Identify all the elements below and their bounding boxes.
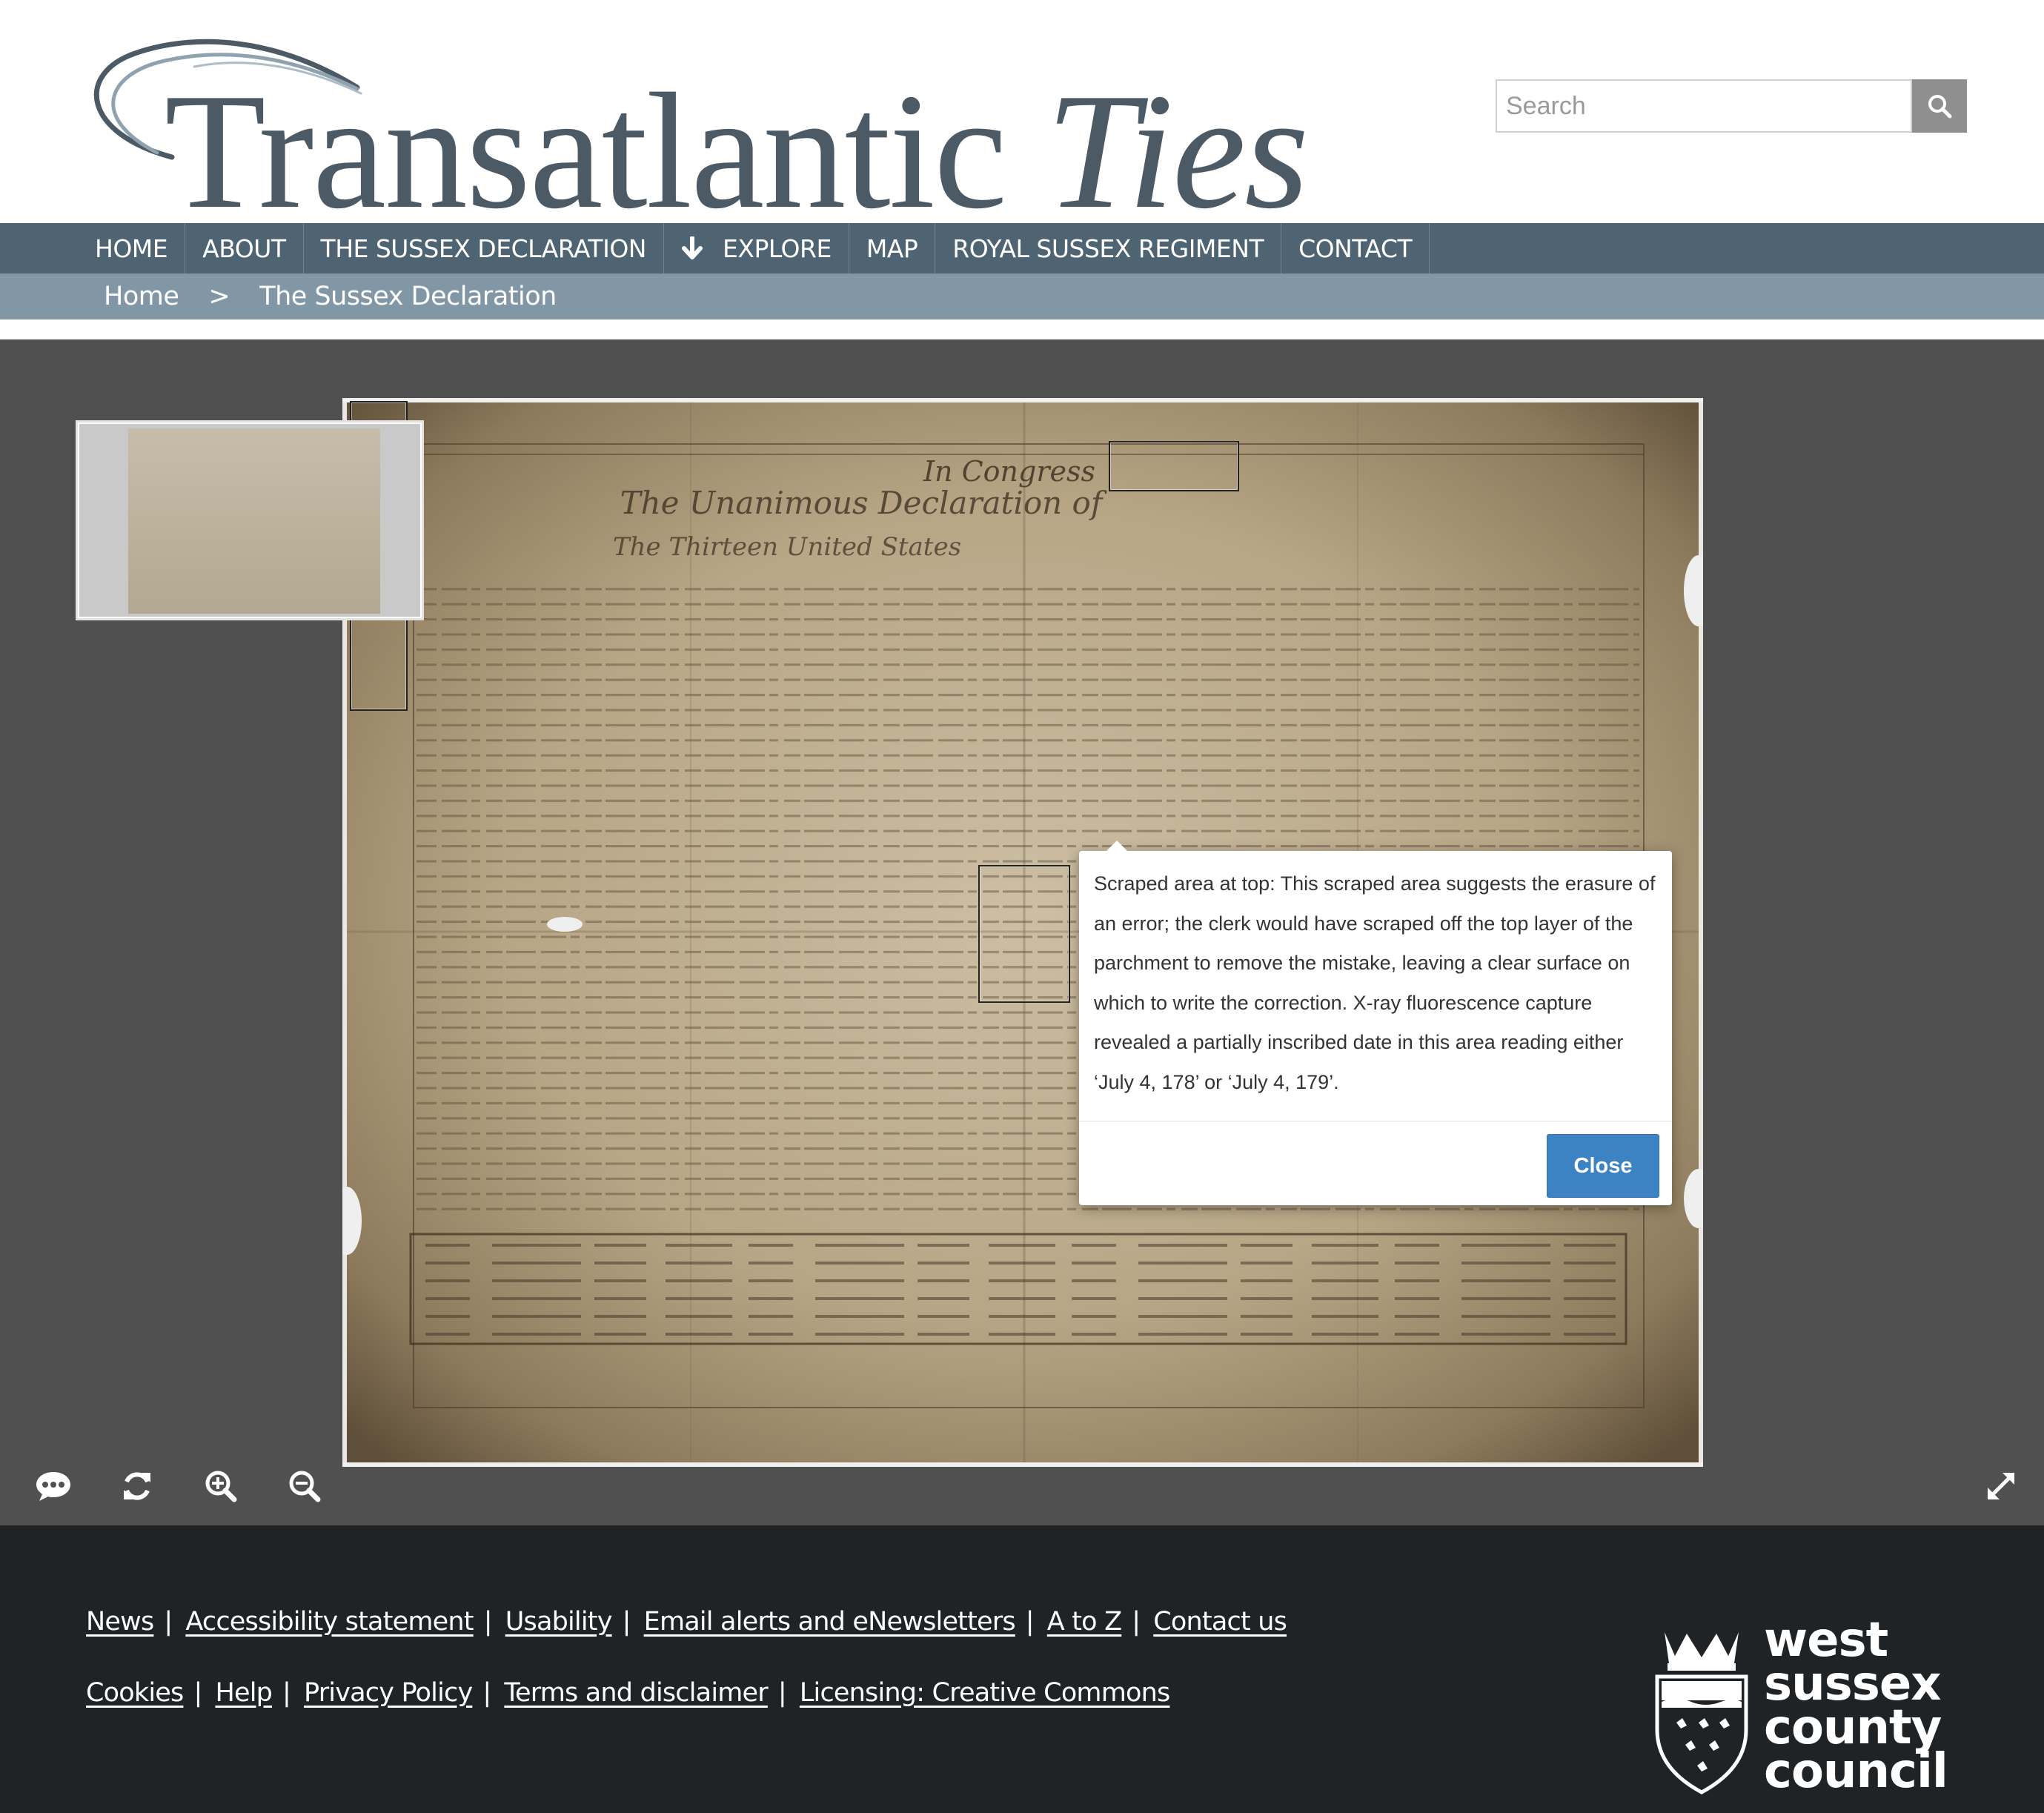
breadcrumb-home-link[interactable]: Home: [104, 282, 179, 311]
nav-item-label: CONTACT: [1298, 233, 1413, 263]
hotspot-scraped-area[interactable]: [1109, 441, 1239, 491]
footer-link-a-to-z[interactable]: A to Z: [1047, 1607, 1122, 1637]
navigator-viewport[interactable]: [78, 422, 422, 618]
hotspot-crease[interactable]: [978, 865, 1070, 1003]
nav-item-label: EXPLORE: [722, 233, 832, 263]
site-header: Transatlantic Ties: [0, 0, 2044, 234]
footer-link-email-alerts[interactable]: Email alerts and eNewsletters: [644, 1607, 1016, 1637]
arrow-down-icon: [681, 236, 703, 260]
nav-item-explore[interactable]: EXPLORE: [664, 223, 849, 274]
search-icon: [1928, 95, 1952, 119]
site-title-ties: Ties: [1046, 59, 1309, 243]
council-name-line: council: [1764, 1744, 1948, 1799]
popup-arrow: [1106, 841, 1128, 852]
breadcrumb-separator: >: [208, 282, 230, 311]
breadcrumb: Home > The Sussex Declaration: [0, 274, 2044, 319]
image-viewer[interactable]: In Congress The Unanimous Declaration of…: [0, 339, 2044, 1525]
document-subtitle: The Thirteen United States: [613, 532, 961, 562]
search-button[interactable]: [1912, 79, 1967, 133]
annotation-popup: Scraped area at top: This scraped area s…: [1079, 841, 1672, 1205]
footer-link-contact-us[interactable]: Contact us: [1153, 1607, 1287, 1637]
rotate-button[interactable]: [115, 1464, 159, 1508]
viewer-toolbar: [0, 1464, 2044, 1516]
nav-item-label: ROYAL SUSSEX REGIMENT: [952, 233, 1264, 263]
footer-link-cookies[interactable]: Cookies: [86, 1678, 184, 1708]
site-footer: News | Accessibility statement | Usability…: [0, 1525, 2044, 1813]
footer-link-usability[interactable]: Usability: [505, 1607, 613, 1637]
footer-links-primary: News | Accessibility statement | Usability…: [86, 1607, 1287, 1637]
document-title: The Unanimous Declaration of: [620, 485, 1107, 521]
comments-icon: [36, 1472, 70, 1501]
nav-item-label: ABOUT: [202, 233, 286, 263]
nav-item-royal-sussex-regiment[interactable]: ROYAL SUSSEX REGIMENT: [935, 223, 1282, 274]
breadcrumb-current: The Sussex Declaration: [259, 282, 557, 311]
nav-item-label: THE SUSSEX DECLARATION: [320, 233, 647, 263]
zoom-in-icon: [205, 1471, 237, 1502]
zoom-out-icon: [289, 1471, 321, 1502]
zoom-in-button[interactable]: [199, 1464, 243, 1508]
popup-text: Scraped area at top: This scraped area s…: [1094, 872, 1656, 1093]
fullscreen-button[interactable]: [1979, 1464, 2023, 1508]
footer-link-privacy[interactable]: Privacy Policy: [304, 1678, 473, 1708]
nav-item-map[interactable]: MAP: [849, 223, 936, 274]
council-name: west sussex county council: [1764, 1617, 1948, 1795]
footer-links-secondary: Cookies | Help | Privacy Policy | Terms and…: [86, 1678, 1170, 1708]
site-title: Transatlantic Ties: [165, 68, 1309, 234]
viewer-navigator[interactable]: [76, 420, 424, 620]
footer-link-news[interactable]: News: [86, 1607, 154, 1637]
main-navigation: HOME ABOUT THE SUSSEX DECLARATION EXPLOR…: [0, 223, 2044, 274]
nav-item-label: MAP: [866, 233, 918, 263]
footer-link-accessibility[interactable]: Accessibility statement: [185, 1607, 474, 1637]
nav-item-contact[interactable]: CONTACT: [1281, 223, 1430, 274]
footer-link-help[interactable]: Help: [215, 1678, 272, 1708]
council-crest-icon: [1655, 1632, 1748, 1794]
nav-list: HOME ABOUT THE SUSSEX DECLARATION EXPLOR…: [78, 223, 1430, 274]
search-form: [1496, 79, 1967, 133]
footer-link-terms[interactable]: Terms and disclaimer: [504, 1678, 768, 1708]
site-logo[interactable]: Transatlantic Ties: [83, 22, 1309, 234]
nav-item-about[interactable]: ABOUT: [185, 223, 304, 274]
nav-item-home[interactable]: HOME: [78, 223, 186, 274]
site-title-main: Transatlantic: [165, 59, 1046, 243]
nav-item-sussex-declaration[interactable]: THE SUSSEX DECLARATION: [304, 223, 664, 274]
footer-link-licensing[interactable]: Licensing: Creative Commons: [800, 1678, 1170, 1708]
nav-item-label: HOME: [95, 233, 168, 263]
refresh-icon: [124, 1472, 150, 1500]
close-button[interactable]: Close: [1547, 1134, 1659, 1198]
search-input[interactable]: [1496, 79, 1912, 133]
comments-button[interactable]: [31, 1464, 76, 1508]
zoom-out-button[interactable]: [282, 1464, 327, 1508]
council-logo[interactable]: west sussex county council: [1654, 1617, 1951, 1797]
breadcrumb-trail: Home > The Sussex Declaration: [104, 274, 557, 319]
document-heading: In Congress: [923, 455, 1095, 488]
fullscreen-icon: [1988, 1473, 2014, 1499]
